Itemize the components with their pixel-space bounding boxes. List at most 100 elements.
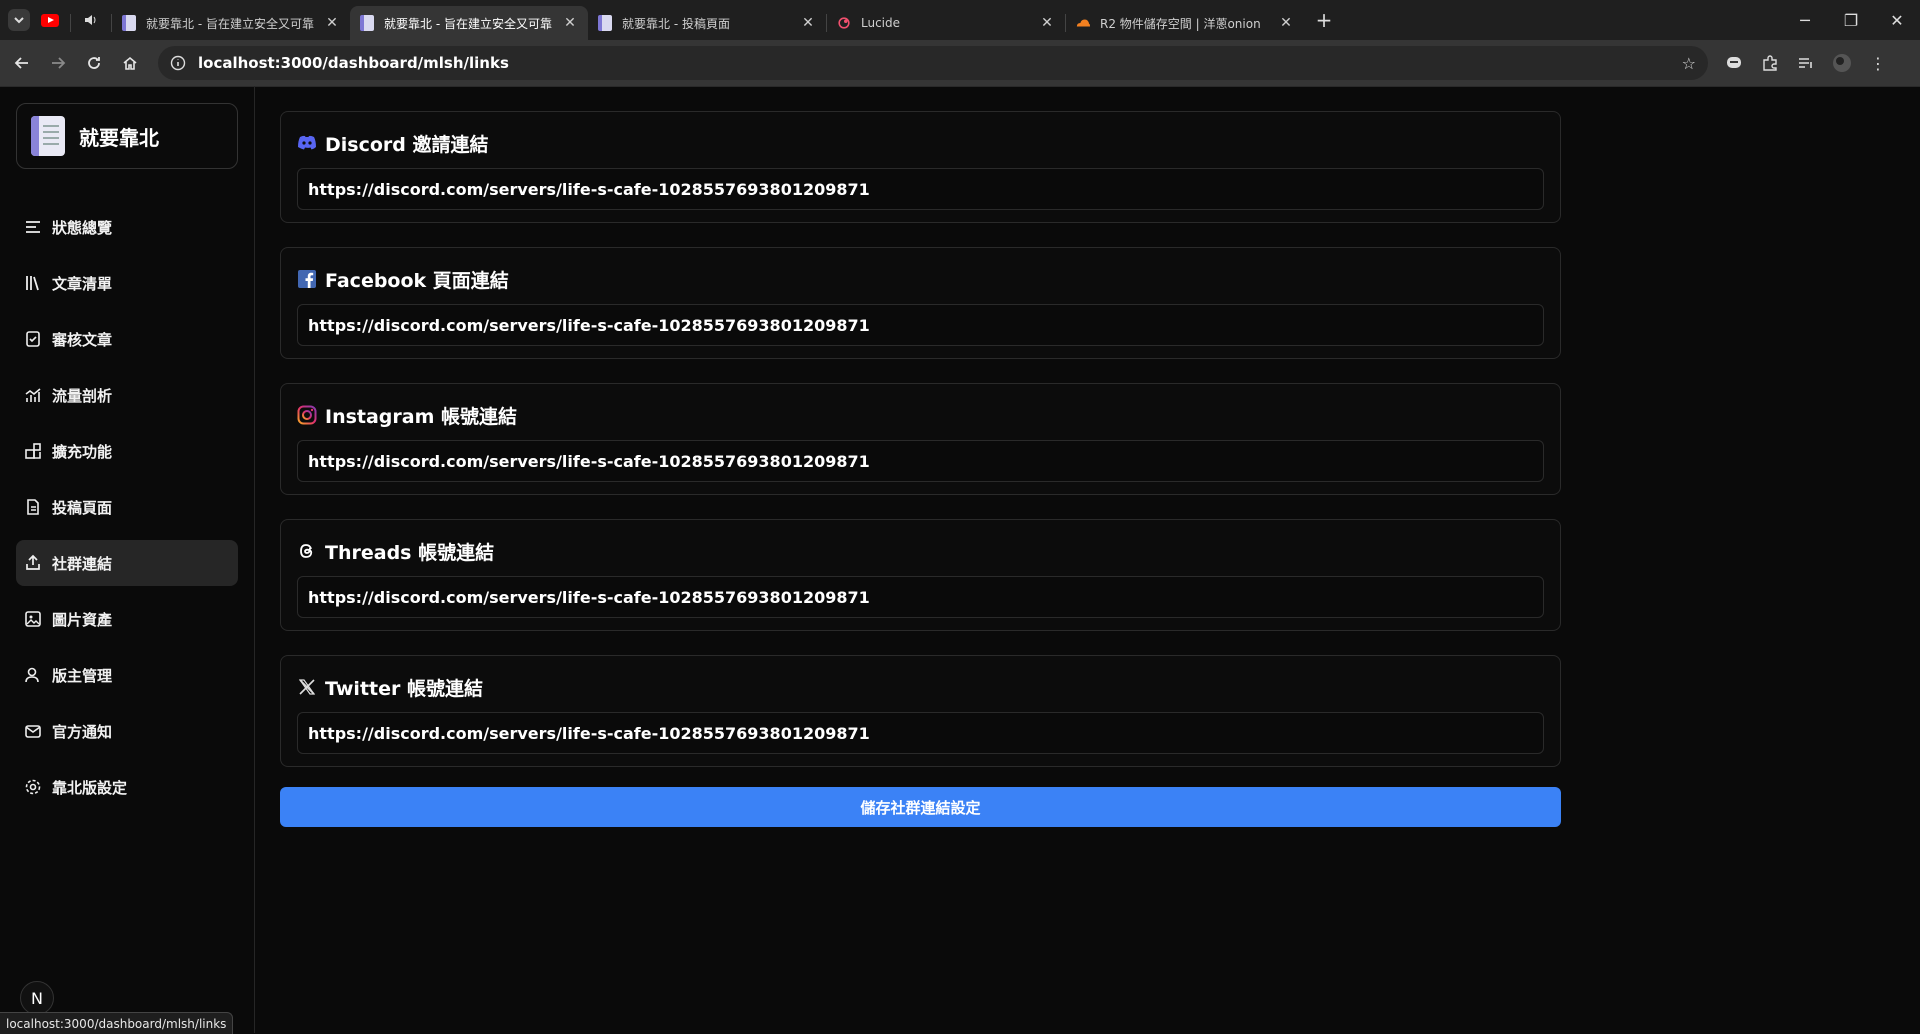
close-tab-icon[interactable]: ✕ [800,15,816,31]
sidebar-item-overview[interactable]: 狀態總覽 [16,204,238,250]
browser-tab[interactable]: Lucide ✕ [827,6,1065,40]
sidebar-menu: 狀態總覽 文章清單 審核文章 流量剖析 擴充功能 投稿頁面 社群連結 圖片資產 [16,204,238,820]
browser-tab-title: Lucide [861,16,901,30]
sidebar-item-label: 審核文章 [52,330,113,349]
threads-url-input[interactable] [297,576,1544,618]
extension-chat-icon[interactable] [1716,45,1752,81]
forward-button[interactable] [40,45,76,81]
home-icon [123,56,137,70]
new-tab-button[interactable]: + [1310,8,1338,32]
settings-icon [25,779,41,795]
instagram-url-input[interactable] [297,440,1544,482]
playlist-icon [1799,58,1812,68]
nextjs-dev-badge[interactable]: N [20,981,54,1015]
sidebar: 就要靠北 狀態總覽 文章清單 審核文章 流量剖析 擴充功能 投稿頁面 社群連結 … [0,86,255,1033]
close-tab-icon[interactable]: ✕ [1039,15,1055,31]
square-check-icon [26,331,40,347]
brand-logo-card[interactable]: 就要靠北 [16,103,238,169]
close-window-icon[interactable]: ✕ [1874,0,1920,40]
close-tab-icon[interactable]: ✕ [562,15,578,31]
profile-avatar[interactable] [1824,45,1860,81]
tab-search-button[interactable] [8,9,30,31]
youtube-icon [41,13,59,27]
restore-icon[interactable]: ❐ [1828,0,1874,40]
sidebar-item-images[interactable]: 圖片資產 [16,596,238,642]
facebook-link-card: Facebook 頁面連結 [280,247,1561,359]
card-title: Facebook 頁面連結 [325,269,509,292]
sidebar-item-extensions[interactable]: 擴充功能 [16,428,238,474]
toolbar-actions: ⋮ [1716,45,1896,81]
browser-tab[interactable]: R2 物件儲存空間 | 洋蔥onion ✕ [1066,6,1304,40]
sidebar-item-label: 版主管理 [52,666,113,685]
browser-toolbar: localhost:3000/dashboard/mlsh/links ☆ ⋮ [0,40,1920,87]
page-favicon-icon [598,15,612,31]
browser-tab-title: 就要靠北 - 投稿頁面 [622,16,730,31]
file-text-icon [27,499,39,515]
browser-tab-title: 就要靠北 - 旨在建立安全又可靠 [384,16,552,31]
address-bar[interactable]: localhost:3000/dashboard/mlsh/links ☆ [158,46,1708,80]
window-controls: ─ ❐ ✕ [1782,0,1920,40]
browser-tab-active[interactable]: 就要靠北 - 旨在建立安全又可靠 ✕ [350,6,588,40]
arrow-right-icon [52,57,66,69]
site-info-icon[interactable] [170,55,186,71]
save-social-links-button[interactable]: 儲存社群連結設定 [280,787,1561,827]
close-tab-icon[interactable]: ✕ [324,15,340,31]
reload-icon [88,57,100,69]
threads-icon [297,541,317,561]
minimize-icon[interactable]: ─ [1782,0,1828,40]
card-header: Facebook 頁面連結 [297,264,1544,294]
sidebar-item-label: 投稿頁面 [52,498,113,517]
chevron-down-icon [14,17,24,24]
pinned-tab-muted[interactable] [71,0,111,40]
sidebar-item-notifications[interactable]: 官方通知 [16,708,238,754]
home-button[interactable] [112,45,148,81]
discord-url-input[interactable] [297,168,1544,210]
cloudflare-favicon-icon [1076,19,1090,27]
sidebar-item-submit-page[interactable]: 投稿頁面 [16,484,238,530]
avatar-icon [1833,54,1851,72]
share-icon [26,554,40,570]
instagram-icon [297,405,317,425]
image-icon [25,611,41,627]
bookmark-star-icon[interactable]: ☆ [1682,54,1696,73]
close-tab-icon[interactable]: ✕ [1278,15,1294,31]
pinned-tab-youtube[interactable] [30,0,70,40]
back-button[interactable] [4,45,40,81]
sidebar-item-analytics[interactable]: 流量剖析 [16,372,238,418]
card-header: Twitter 帳號連結 [297,672,1544,702]
arrow-left-icon [14,57,28,69]
card-title: Instagram 帳號連結 [325,405,518,428]
card-title: Threads 帳號連結 [325,541,495,564]
browser-menu-icon[interactable]: ⋮ [1860,45,1896,81]
sidebar-item-label: 社群連結 [52,554,113,573]
notebook-logo-icon [31,116,65,156]
sidebar-item-settings[interactable]: 靠北版設定 [16,764,238,810]
browser-tab-strip: 就要靠北 - 旨在建立安全又可靠 ✕ 就要靠北 - 旨在建立安全又可靠 ✕ 就要… [0,0,1920,40]
browser-tab[interactable]: 就要靠北 - 投稿頁面 ✕ [588,6,826,40]
sidebar-item-moderators[interactable]: 版主管理 [16,652,238,698]
speaker-icon [85,15,96,25]
x-icon [297,677,317,697]
card-title: Discord 邀請連結 [325,133,489,156]
media-controls-icon[interactable] [1788,45,1824,81]
sidebar-item-label: 靠北版設定 [52,778,128,797]
blocks-icon [25,443,41,459]
lucide-favicon-icon [838,17,850,29]
card-title: Twitter 帳號連結 [325,677,483,700]
browser-tab[interactable]: 就要靠北 - 旨在建立安全又可靠 ✕ [112,6,350,40]
list-icon [26,221,40,233]
sidebar-item-label: 擴充功能 [52,442,113,461]
reload-button[interactable] [76,45,112,81]
mail-icon [25,725,41,738]
sidebar-item-social-links[interactable]: 社群連結 [16,540,238,586]
sidebar-item-posts[interactable]: 文章清單 [16,260,238,306]
extensions-icon[interactable] [1752,45,1788,81]
discord-link-card: Discord 邀請連結 [280,111,1561,223]
sidebar-item-review[interactable]: 審核文章 [16,316,238,362]
address-bar-url: localhost:3000/dashboard/mlsh/links [198,54,509,72]
social-links-form: Discord 邀請連結 Facebook 頁面連結 Instagram 帳號連… [280,111,1561,827]
twitter-url-input[interactable] [297,712,1544,754]
card-header: Discord 邀請連結 [297,128,1544,158]
twitter-link-card: Twitter 帳號連結 [280,655,1561,767]
facebook-url-input[interactable] [297,304,1544,346]
